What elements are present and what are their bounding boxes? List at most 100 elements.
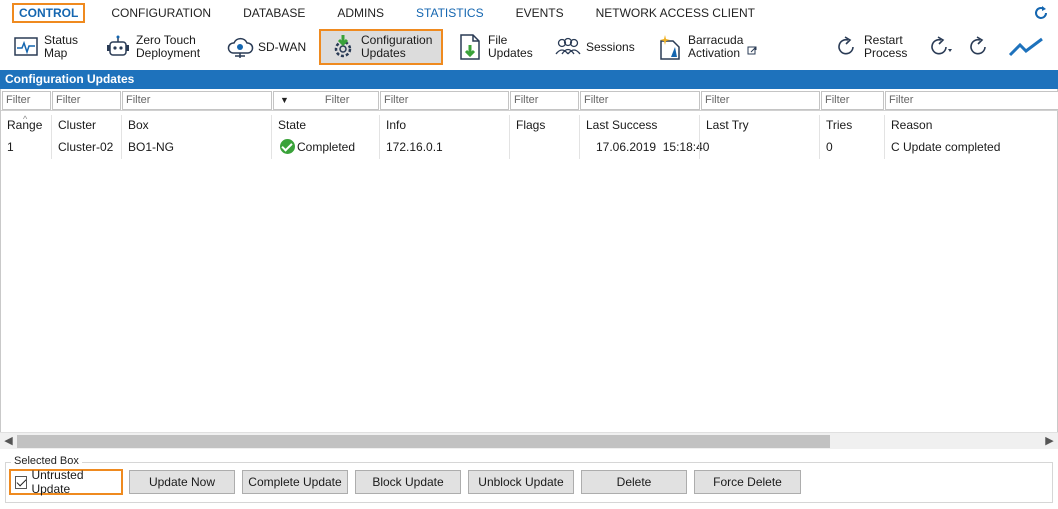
menu-admins[interactable]: ADMINS (321, 3, 400, 23)
column-header-tries[interactable]: Tries (819, 115, 884, 137)
scroll-left-icon[interactable]: ◀ (0, 433, 17, 450)
filter-flags[interactable]: Filter (510, 91, 579, 110)
filter-range[interactable]: Filter (2, 91, 51, 110)
cell-range: 1 (7, 140, 14, 154)
restart-process-button[interactable]: Restart Process (832, 29, 907, 65)
sort-ascending-icon: ^ (23, 114, 28, 124)
column-header-last-try[interactable]: Last Try (699, 115, 819, 137)
chart-line-icon (1008, 37, 1043, 57)
untrusted-update-label: Untrusted Update (31, 468, 84, 496)
panel-title: Configuration Updates (0, 70, 1058, 89)
column-header-info[interactable]: Info (379, 115, 509, 137)
filter-last-try[interactable]: Filter (701, 91, 820, 110)
config-updates-label-2: Updates (361, 46, 406, 60)
menu-events[interactable]: EVENTS (500, 3, 580, 23)
column-header-cluster[interactable]: Cluster (51, 115, 121, 137)
sdwan-button[interactable]: SD-WAN (226, 29, 306, 65)
force-delete-button[interactable]: Force Delete (694, 470, 801, 494)
file-updates-label-2: Updates (488, 46, 533, 60)
selected-box-label: Selected Box (11, 455, 82, 467)
refresh-dropdown-button[interactable] (926, 29, 954, 65)
refresh-dropdown-icon (931, 36, 952, 55)
main-menu: CONTROL CONFIGURATION DATABASE ADMINS ST… (0, 0, 1058, 26)
filter-state[interactable]: ▼ Filter (273, 91, 379, 110)
scrollbar-thumb[interactable] (17, 435, 830, 448)
untrusted-update-checkbox[interactable]: Untrusted Update (9, 468, 123, 496)
menu-database[interactable]: DATABASE (227, 3, 321, 23)
status-map-label-2: Map (44, 46, 68, 60)
filter-state-label: Filter (324, 94, 350, 106)
column-header-range[interactable]: ^ Range (1, 114, 51, 137)
barracuda-activation-button[interactable]: Barracuda Activation (656, 29, 757, 65)
cell-info: 172.16.0.1 (379, 137, 509, 159)
scroll-right-icon[interactable]: ▶ (1041, 433, 1058, 450)
zero-touch-deployment-button[interactable]: Zero Touch Deployment (104, 29, 200, 65)
barracuda-activation-label-1: Barracuda (688, 33, 744, 47)
status-map-button[interactable]: Status Map (12, 29, 78, 65)
filter-tries[interactable]: Filter (821, 91, 884, 110)
file-download-icon (456, 33, 484, 61)
restart-process-label-2: Process (864, 46, 908, 60)
activation-icon (656, 33, 684, 61)
block-update-button[interactable]: Block Update (355, 470, 461, 494)
cell-last-try (699, 137, 819, 159)
sessions-label: Sessions (586, 39, 635, 54)
sdwan-label: SD-WAN (258, 39, 307, 54)
filter-row: Filter Filter Filter ▼ Filter Filter Fil… (1, 89, 1058, 111)
dropdown-arrow-icon[interactable]: ▼ (280, 92, 289, 109)
config-updates-label-1: Configuration (361, 33, 433, 47)
filter-last-success[interactable]: Filter (580, 91, 700, 110)
barracuda-activation-label-2: Activation (688, 46, 741, 60)
cell-state-label: Completed (297, 140, 356, 154)
configuration-updates-button[interactable]: Configuration Updates (319, 29, 443, 65)
filter-reason[interactable]: Filter (885, 91, 1058, 110)
users-icon (554, 33, 582, 61)
filter-cluster[interactable]: Filter (52, 91, 121, 110)
checkbox-checked-icon[interactable] (15, 475, 28, 489)
filter-info[interactable]: Filter (380, 91, 509, 110)
column-header-reason[interactable]: Reason (884, 115, 1058, 137)
menu-statistics[interactable]: STATISTICS (400, 3, 500, 23)
external-link-icon (747, 46, 757, 59)
file-updates-label-1: File (488, 33, 508, 47)
cell-tries: 0 (819, 137, 884, 159)
updates-table: Filter Filter Filter ▼ Filter Filter Fil… (0, 89, 1058, 434)
status-map-label-1: Status (44, 33, 79, 47)
cell-reason: C Update completed (884, 137, 1058, 159)
unblock-update-button[interactable]: Unblock Update (468, 470, 574, 494)
cell-flags (509, 137, 579, 159)
cloud-network-icon (226, 33, 254, 61)
update-now-button[interactable]: Update Now (129, 470, 235, 494)
cell-box: BO1-NG (121, 137, 271, 159)
menu-network-access-client[interactable]: NETWORK ACCESS CLIENT (580, 3, 771, 23)
file-updates-button[interactable]: File Updates (456, 29, 533, 65)
robot-icon (104, 33, 132, 61)
zero-touch-label-2: Deployment (136, 46, 201, 60)
refresh-button[interactable] (965, 29, 993, 65)
reload-icon (970, 36, 986, 55)
menu-configuration[interactable]: CONFIGURATION (95, 3, 227, 23)
column-header-last-success[interactable]: Last Success (579, 115, 699, 137)
horizontal-scrollbar[interactable]: ◀ ▶ (0, 432, 1058, 449)
column-header-flags[interactable]: Flags (509, 115, 579, 137)
cell-state: Completed (271, 137, 379, 159)
table-row[interactable]: 1 Cluster-02 BO1-NG Completed 172.16.0.1… (1, 137, 1058, 159)
menu-control[interactable]: CONTROL (12, 3, 86, 23)
column-header-box[interactable]: Box (121, 115, 271, 137)
toolbar: Status Map Zero Touch Deployment SD-WAN Co… (0, 26, 1058, 68)
header-row: ^ Range Cluster Box State Info Flags Las… (1, 114, 1058, 137)
gear-download-icon (329, 33, 357, 61)
complete-update-button[interactable]: Complete Update (242, 470, 348, 494)
zero-touch-label-1: Zero Touch (136, 33, 196, 47)
column-header-state[interactable]: State (271, 115, 379, 137)
cell-cluster: Cluster-02 (51, 137, 121, 159)
completed-check-icon (280, 139, 295, 154)
filter-box[interactable]: Filter (122, 91, 272, 110)
statistics-chart-button[interactable] (1008, 29, 1044, 65)
refresh-icon[interactable] (1032, 4, 1050, 22)
status-map-icon (12, 33, 40, 61)
restart-icon (832, 33, 860, 61)
cell-last-success: 17.06.2019 15:18:40 (579, 137, 709, 159)
sessions-button[interactable]: Sessions (554, 29, 635, 65)
delete-button[interactable]: Delete (581, 470, 687, 494)
